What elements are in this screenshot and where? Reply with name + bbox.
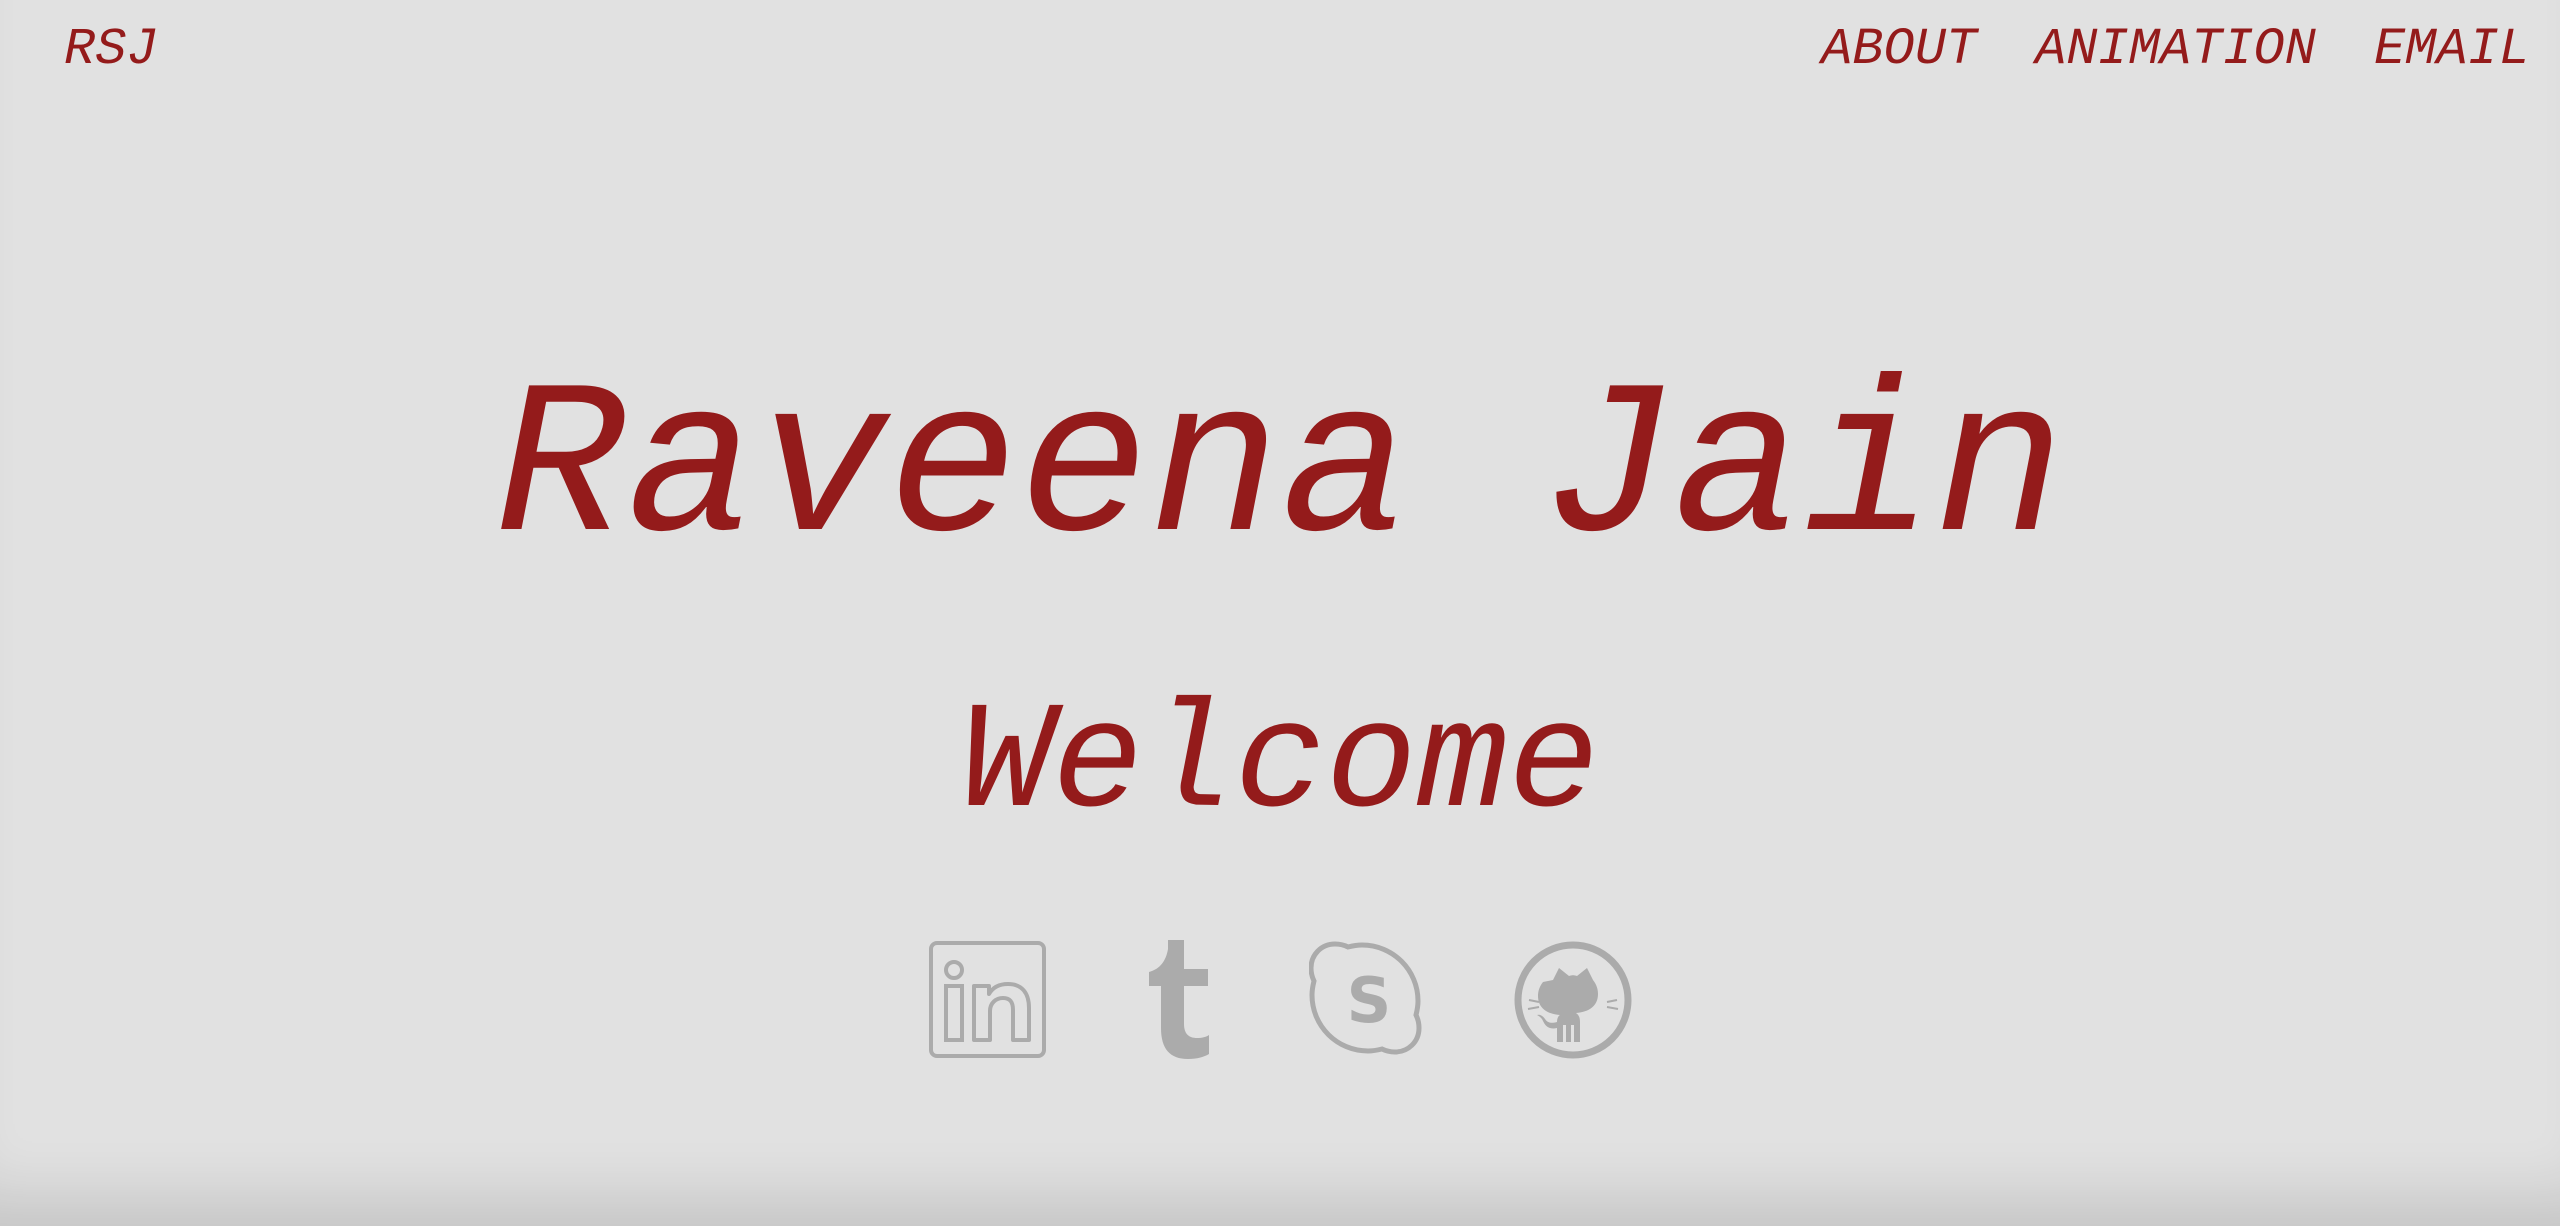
tumblr-link[interactable] <box>1121 940 1241 1062</box>
hero-greeting: Welcome <box>960 678 1600 851</box>
svg-text:S: S <box>1347 964 1392 1037</box>
tumblr-icon <box>1149 940 1209 1059</box>
github-icon <box>1514 941 1632 1059</box>
nav-animation-link[interactable]: ANIMATION <box>2035 20 2316 80</box>
github-link[interactable] <box>1513 940 1633 1062</box>
linkedin-icon <box>929 941 1046 1058</box>
nav-about-link[interactable]: ABOUT <box>1821 20 1977 80</box>
main-nav: ABOUT ANIMATION EMAIL <box>1821 20 2530 80</box>
social-links: S <box>928 940 1633 1062</box>
logo-link[interactable]: RSJ <box>64 20 158 80</box>
site-header: RSJ ABOUT ANIMATION EMAIL <box>0 0 2560 100</box>
linkedin-link[interactable] <box>928 940 1048 1062</box>
hero-name: Raveena Jain <box>495 349 2065 595</box>
nav-email-link[interactable]: EMAIL <box>2374 20 2530 80</box>
skype-link[interactable]: S <box>1309 940 1429 1062</box>
skype-icon: S <box>1309 941 1422 1055</box>
